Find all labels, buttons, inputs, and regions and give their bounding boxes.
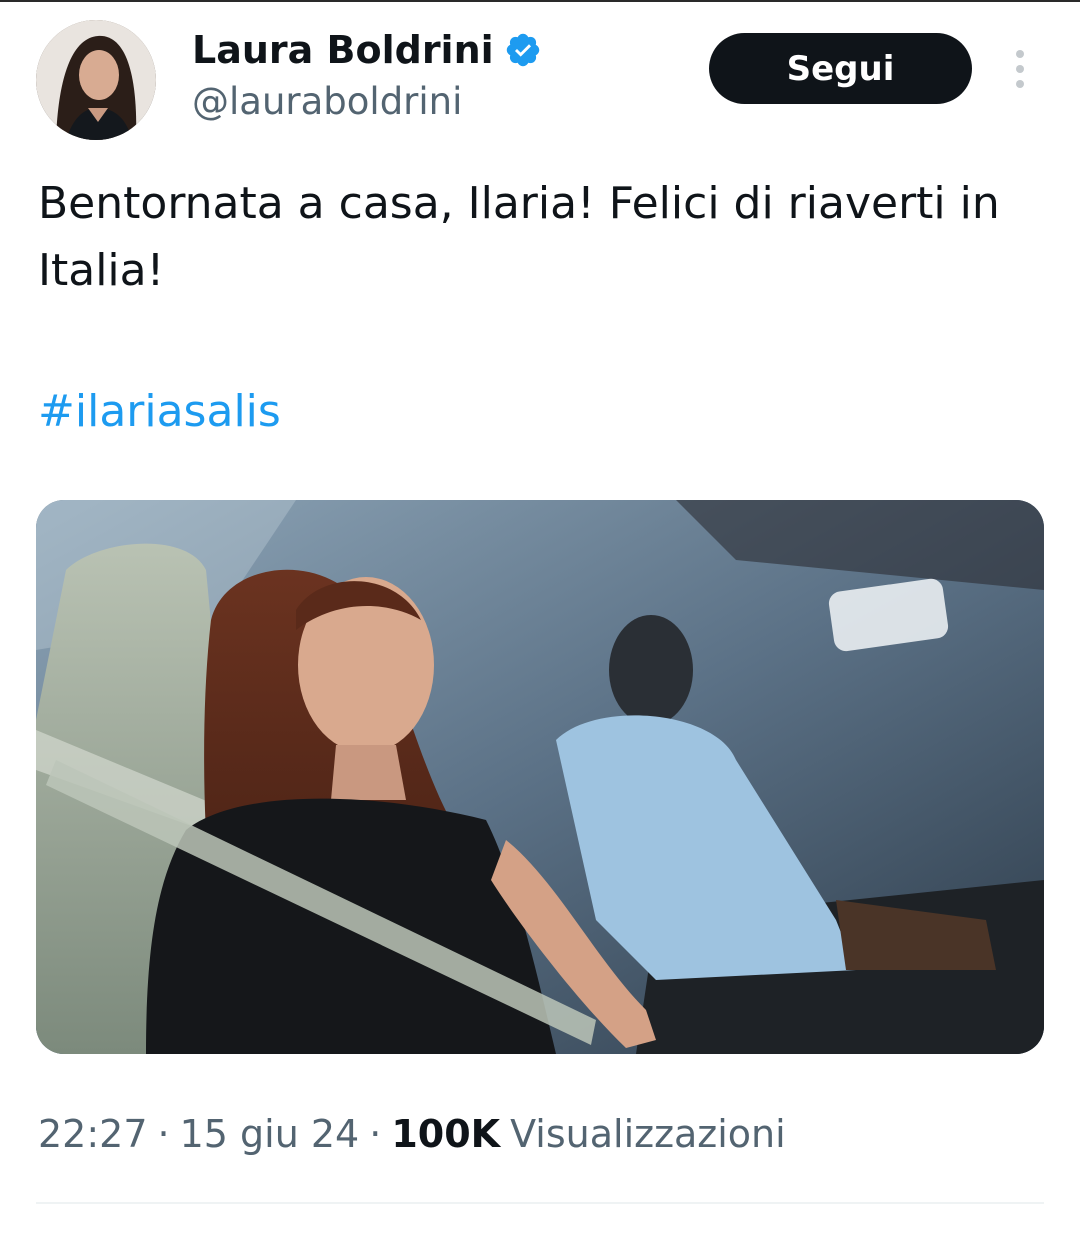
author-name[interactable]: Laura Boldrini (192, 28, 494, 72)
hashtag-link[interactable]: #ilariasalis (38, 378, 281, 445)
top-divider (0, 0, 1080, 2)
author-avatar[interactable] (36, 20, 156, 140)
avatar-photo (36, 20, 156, 140)
author-handle[interactable]: @lauraboldrini (192, 80, 462, 123)
more-options-button[interactable] (1002, 44, 1038, 94)
meta-separator: · (157, 1112, 170, 1156)
bottom-divider (36, 1202, 1044, 1204)
verified-badge-icon (504, 31, 542, 69)
views-count: 100K (391, 1112, 501, 1156)
more-vertical-icon (1016, 50, 1024, 88)
car-interior-photo (36, 500, 1044, 1054)
tweet-photo[interactable] (36, 500, 1044, 1054)
follow-button[interactable]: Segui (709, 33, 972, 104)
tweet-time[interactable]: 22:27 (38, 1112, 148, 1156)
tweet-meta: 22:27 · 15 giu 24 · 100K Visualizzazioni (38, 1112, 786, 1156)
tweet-text: Bentornata a casa, Ilaria! Felici di ria… (38, 178, 1000, 296)
views-label: Visualizzazioni (510, 1112, 786, 1156)
author-name-row: Laura Boldrini (192, 26, 542, 74)
meta-separator: · (369, 1112, 382, 1156)
tweet-date[interactable]: 15 giu 24 (180, 1112, 360, 1156)
